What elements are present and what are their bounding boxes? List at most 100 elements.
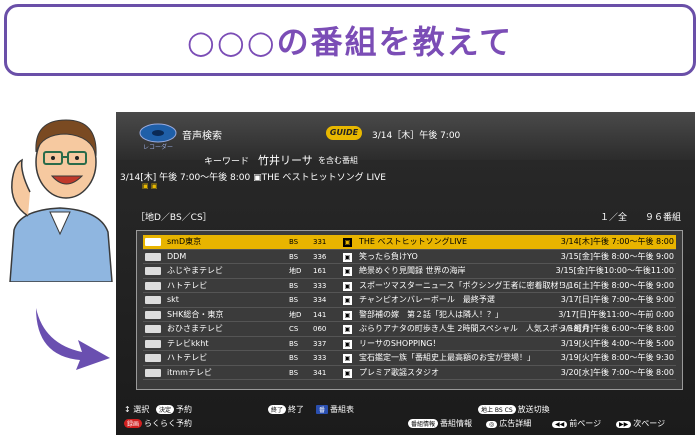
- program-title: 絶景めぐり見聞録 世界の海岸: [359, 266, 466, 275]
- network-type: 地D: [289, 267, 302, 275]
- program-title: プレミア歌謡スタジオ: [359, 367, 439, 377]
- program-type-icon: ▣: [343, 339, 352, 349]
- select-hint: ↕ 選択: [124, 405, 150, 414]
- channel-logo-icon: [145, 238, 161, 246]
- program-type-icon: ▣: [343, 238, 352, 247]
- program-time: 3/17[日]午後11:00～午前 0:00: [558, 309, 674, 319]
- program-type-icon: ▣: [343, 267, 352, 276]
- guide-badge: GUIDE: [326, 126, 362, 140]
- program-type-icon: ▣: [343, 281, 352, 291]
- network-type: BS: [289, 368, 299, 377]
- program-row[interactable]: おひさまテレビ CS 060 ▣ ぶらりアナタの町歩き人生 2時間スペシャル 人気スポッ…: [143, 322, 676, 337]
- program-type-icon: ▣: [343, 325, 352, 334]
- program-title: 笑ったら負けYO: [359, 251, 418, 261]
- app-title: 音声検索: [182, 131, 222, 142]
- program-title: スポーツマスターニュース「ボクシング王者に密着取材！」: [359, 280, 575, 290]
- program-title: チャンピオンバレーボール 最終予選: [359, 295, 495, 304]
- network-type: BS: [289, 354, 299, 362]
- arrow-right-icon: [36, 308, 110, 370]
- program-row[interactable]: skt BS 334 ▣ チャンピオンバレーボール 最終予選 3/17[日]午後 7:00…: [143, 293, 676, 308]
- channel-number: 333: [313, 354, 327, 362]
- channel-name: ふじやまテレビ: [167, 266, 223, 275]
- program-row[interactable]: smD東京 BS 331 ▣ THE ベストヒットソングLIVE 3/14[木]午後 7:…: [143, 235, 676, 250]
- keyword-value: 竹井リーサ: [258, 154, 313, 167]
- person-illustration: [9, 119, 113, 282]
- keyword-suffix: を含む番組: [318, 156, 358, 165]
- program-title: 宝石鑑定一族「番組史上最高額のお宝が登場！」: [359, 353, 535, 362]
- guide-hint: 番番組表: [316, 404, 354, 415]
- network-type: BS: [289, 281, 299, 290]
- broadcast-category: ［地D／BS／CS］: [136, 213, 212, 223]
- channel-logo-icon: [145, 281, 161, 290]
- program-time: 3/19[火]午後 8:00～午後 9:30: [560, 353, 674, 362]
- program-row[interactable]: ハトテレビ BS 333 ▣ 宝石鑑定一族「番組史上最高額のお宝が登場！」 3/19[火]…: [143, 351, 676, 366]
- channel-name: DDM: [167, 251, 187, 261]
- channel-name: itmmテレビ: [167, 367, 212, 377]
- channel-number: 337: [313, 339, 327, 348]
- channel-logo-icon: [145, 296, 161, 304]
- program-time: 3/17[日]午後 7:00～午後 9:00: [560, 295, 674, 304]
- network-type: BS: [289, 296, 299, 304]
- program-title: THE ベストヒットソングLIVE: [359, 237, 468, 246]
- channel-name: SHK総合・東京: [167, 309, 224, 319]
- channel-number: 336: [313, 252, 327, 261]
- channel-number: 341: [313, 368, 327, 377]
- program-row[interactable]: SHK総合・東京 地D 141 ▣ 警部補の嫁 第２話「犯人は隣人！？」 3/17[日]午…: [143, 308, 676, 322]
- program-type-icon: ▣: [343, 296, 352, 305]
- channel-logo-icon: [145, 325, 161, 333]
- list-header: ［地D／BS／CS］ １／全 ９６番組: [136, 210, 681, 223]
- program-list: smD東京 BS 331 ▣ THE ベストヒットソングLIVE 3/14[木]午後 7:…: [136, 230, 683, 390]
- tv-screen: レコーダー 音声検索 GUIDE 3/14［木］午後 7:00 キーワード 竹井…: [116, 112, 695, 435]
- program-row[interactable]: DDM BS 336 ▣ 笑ったら負けYO 3/15[金]午後 8:00～午後 9:00: [143, 250, 676, 264]
- channel-logo-icon: [145, 252, 161, 261]
- channel-number: 334: [313, 296, 327, 304]
- channel-name: ハトテレビ: [167, 280, 208, 290]
- channel-number: 060: [313, 325, 327, 333]
- network-type: BS: [289, 339, 299, 348]
- channel-name: ハトテレビ: [167, 353, 208, 362]
- channel-number: 331: [313, 238, 327, 246]
- channel-logo-icon: [145, 368, 161, 377]
- program-type-icon: ▣: [343, 310, 352, 320]
- broadcast-switch-hint: 地上 BS CS 放送切換: [478, 404, 550, 415]
- program-row[interactable]: itmmテレビ BS 341 ▣ プレミア歌謡スタジオ 3/20[水]午後 7:00～午後…: [143, 366, 676, 380]
- current-datetime: 3/14［木］午後 7:00: [372, 131, 461, 141]
- program-row[interactable]: ハトテレビ BS 333 ▣ スポーツマスターニュース「ボクシング王者に密着取材！」 3/…: [143, 279, 676, 293]
- channel-name: skt: [167, 295, 179, 304]
- channel-name: おひさまテレビ: [167, 324, 223, 333]
- channel-logo-icon: [145, 354, 161, 362]
- program-status-icons: ▣ ▣: [142, 182, 158, 190]
- channel-number: 333: [313, 281, 327, 290]
- keyword-label: キーワード: [204, 157, 250, 167]
- program-type-icon: ▣: [343, 252, 352, 262]
- program-time: 3/16[土]午後 8:00～午後 9:00: [560, 280, 674, 290]
- network-type: BS: [289, 238, 299, 246]
- program-title: リーサのSHOPPING！: [359, 338, 441, 348]
- network-type: CS: [289, 325, 299, 333]
- program-row[interactable]: ふじやまテレビ 地D 161 ▣ 絶景めぐり見聞録 世界の海岸 3/15[金]午後10:0…: [143, 264, 676, 279]
- logo-label: レコーダー: [142, 144, 173, 151]
- channel-number: 141: [313, 310, 327, 319]
- channel-logo-icon: [145, 267, 161, 275]
- channel-number: 161: [313, 267, 327, 275]
- selected-program-info: 3/14[木] 午後 7:00～午後 8:00 ▣THE ベストヒットソング L…: [120, 173, 386, 183]
- program-time: 3/19[火]午後 4:00～午後 5:00: [560, 338, 674, 348]
- ad-detail-hint: ◎ 広告詳細: [486, 418, 531, 429]
- program-row[interactable]: テレビkkht BS 337 ▣ リーサのSHOPPING！ 3/19[火]午後 4:00…: [143, 337, 676, 351]
- reserve-hint: 決定 予約: [156, 404, 192, 415]
- speech-bubble-text: ○○○の番組を教えて: [186, 23, 514, 61]
- channel-logo-icon: [145, 310, 161, 319]
- program-time: 3/18[月]午後 6:00～午後 8:00: [560, 324, 674, 333]
- screen-footer: ↕ 選択 決定 予約 終了 終了 番番組表 地上 BS CS 放送切換 録画 らくらく予…: [116, 402, 695, 435]
- channel-name: テレビkkht: [167, 338, 209, 348]
- next-page-hint: ▶▶ 次ページ: [616, 418, 665, 429]
- page: ○○○の番組を教えて レコーダー 音声検索 GUIDE 3/14［木］午後 7:…: [0, 0, 700, 435]
- program-time: 3/20[水]午後 7:00～午後 8:00: [560, 367, 674, 377]
- result-count: １／全 ９６番組: [599, 213, 681, 223]
- program-title: 警部補の嫁 第２話「犯人は隣人！？」: [359, 309, 503, 319]
- speech-bubble: ○○○の番組を教えて: [4, 4, 696, 76]
- easy-reserve-hint: 録画 らくらく予約: [124, 418, 192, 429]
- network-type: BS: [289, 252, 299, 261]
- program-type-icon: ▣: [343, 368, 352, 378]
- program-time: 3/15[金]午後10:00～午後11:00: [555, 266, 674, 275]
